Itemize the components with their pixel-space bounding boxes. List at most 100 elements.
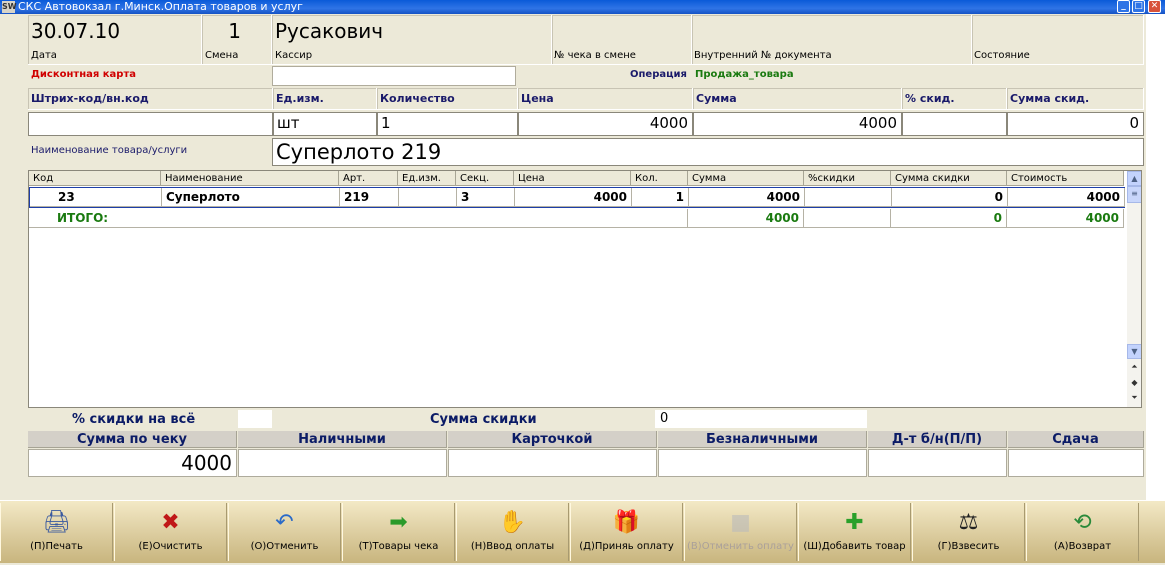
disc-sum-header-text: Сумма скид. xyxy=(1010,92,1090,105)
return-button[interactable]: ⟲ (А)Возврат xyxy=(1026,503,1139,561)
clear-button[interactable]: ✖ (Е)Очистить xyxy=(114,503,227,561)
qty-header: Количество xyxy=(377,88,518,110)
check-items-button[interactable]: ➡ (Т)Товары чека xyxy=(342,503,455,561)
barcode-header: Штрих-код/вн.код xyxy=(28,88,273,110)
accept-payment-button[interactable]: 🎁 (Д)Приняь оплату xyxy=(570,503,683,561)
total-discount-sum: 0 xyxy=(891,209,1007,228)
col-header-discount-pct[interactable]: %скидки xyxy=(804,171,891,186)
return-icon: ⟲ xyxy=(1073,510,1092,535)
cell-price: 4000 xyxy=(515,188,632,207)
scroll-thumb[interactable]: ≡ xyxy=(1127,186,1141,203)
card-header: Карточкой xyxy=(448,431,657,448)
item-name-input[interactable]: Суперлото 219 xyxy=(272,138,1144,166)
unit-header-text: Ед.изм. xyxy=(276,92,324,105)
grid-scrollbar[interactable]: ▲ ≡ ▼ ⏶ ◆ ⏷ xyxy=(1127,171,1141,407)
price-input[interactable]: 4000 xyxy=(518,112,693,136)
barcode-input[interactable] xyxy=(28,112,273,136)
cashier-cell: Русакович Кассир xyxy=(272,15,552,65)
discount-all-label: % скидки на всё xyxy=(72,412,196,427)
toolbar: 🖨 (П)Печать ✖ (Е)Очистить ↶ (О)Отменить ➡ (Т… xyxy=(0,500,1165,563)
maximize-icon[interactable]: □ xyxy=(1132,0,1145,13)
col-header-unit[interactable]: Ед.изм. xyxy=(398,171,456,186)
cell-section: 3 xyxy=(457,188,515,207)
doc-arrow-icon: ➡ xyxy=(389,510,408,535)
price-header-text: Цена xyxy=(521,92,554,105)
discount-sum-input[interactable]: 0 xyxy=(1007,112,1144,136)
cashier-label: Кассир xyxy=(275,50,313,61)
noncash-header: Безналичными xyxy=(658,431,867,448)
col-header-art[interactable]: Арт. xyxy=(339,171,398,186)
weigh-button[interactable]: ⚖ (Г)Взвесить xyxy=(912,503,1025,561)
col-header-sum[interactable]: Сумма xyxy=(688,171,804,186)
disc-pct-header: % скид. xyxy=(902,88,1007,110)
disc-pct-header-text: % скид. xyxy=(905,92,955,105)
clear-doc-icon: ✖ xyxy=(161,510,180,535)
enter-payment-button-label: (Н)Ввод оплаты xyxy=(470,541,555,552)
state-label: Состояние xyxy=(974,50,1030,61)
scroll-up-icon[interactable]: ▲ xyxy=(1127,171,1141,186)
col-header-section[interactable]: Секц. xyxy=(456,171,514,186)
close-icon[interactable]: ✕ xyxy=(1148,0,1161,13)
unit-input[interactable]: шт xyxy=(273,112,377,136)
col-header-code[interactable]: Код xyxy=(29,171,161,186)
operation-label: Операция xyxy=(630,69,687,80)
scroll-page-up-icon[interactable]: ⏶ xyxy=(1127,360,1141,375)
title-bar: SW СКС Автовокзал г.Минск.Оплата товаров… xyxy=(0,0,1165,14)
cancel-button-label: (О)Отменить xyxy=(250,541,319,552)
cell-qty: 1 xyxy=(632,188,689,207)
noncash-input[interactable] xyxy=(658,449,867,477)
unit-header: Ед.изм. xyxy=(273,88,377,110)
col-header-name[interactable]: Наименование xyxy=(161,171,339,186)
minimize-icon[interactable]: _ xyxy=(1117,0,1130,13)
clear-button-label: (Е)Очистить xyxy=(138,541,203,552)
date-cell: 30.07.10 Дата xyxy=(28,15,202,65)
col-header-cost[interactable]: Стоимость xyxy=(1007,171,1124,186)
table-row[interactable]: 23 Суперлото 219 3 4000 1 4000 0 4000 xyxy=(29,187,1125,208)
change-header: Сдача xyxy=(1008,431,1144,448)
total-label: ИТОГО: xyxy=(29,209,688,228)
add-item-button[interactable]: ✚ (Ш)Добавить товар xyxy=(798,503,911,561)
app-icon: SW xyxy=(2,1,17,13)
shift-label: Смена xyxy=(205,50,239,61)
discount-all-input[interactable] xyxy=(238,410,272,428)
gift-box-icon: 🎁 xyxy=(612,510,641,535)
items-grid[interactable]: Код Наименование Арт. Ед.изм. Секц. Цена… xyxy=(28,170,1142,408)
discount-sum-label: Сумма скидки xyxy=(430,412,537,427)
return-button-label: (А)Возврат xyxy=(1053,541,1112,552)
cell-cost: 4000 xyxy=(1008,188,1125,207)
cancel-payment-button[interactable]: ■ (В)Отменить оплату xyxy=(684,503,797,561)
dt-input[interactable] xyxy=(868,449,1007,477)
sum-header: Сумма xyxy=(693,88,902,110)
shift-value: 1 xyxy=(228,19,241,43)
cash-input[interactable] xyxy=(238,449,447,477)
col-header-discount-sum[interactable]: Сумма скидки xyxy=(891,171,1007,186)
card-input[interactable] xyxy=(448,449,657,477)
col-header-qty[interactable]: Кол. xyxy=(631,171,688,186)
enter-payment-button[interactable]: ✋ (Н)Ввод оплаты xyxy=(456,503,569,561)
discount-sum-value[interactable]: 0 xyxy=(655,410,867,428)
date-label: Дата xyxy=(31,50,57,61)
total-row: ИТОГО: 4000 0 4000 xyxy=(29,209,1125,229)
cell-unit xyxy=(399,188,457,207)
payment-hand-icon: ✋ xyxy=(498,510,527,535)
scroll-diamond-icon[interactable]: ◆ xyxy=(1127,376,1141,391)
print-button[interactable]: 🖨 (П)Печать xyxy=(0,503,113,561)
cancel-button[interactable]: ↶ (О)Отменить xyxy=(228,503,341,561)
add-item-icon: ✚ xyxy=(845,510,864,535)
internal-doc-label: Внутренний № документа xyxy=(694,50,832,61)
check-sum-header: Сумма по чеку xyxy=(28,431,237,448)
cell-art: 219 xyxy=(340,188,399,207)
scroll-down-icon[interactable]: ▼ xyxy=(1127,344,1141,359)
discount-card-input[interactable] xyxy=(272,66,516,86)
cell-sum: 4000 xyxy=(689,188,805,207)
total-discount-pct xyxy=(804,209,891,228)
date-value: 30.07.10 xyxy=(31,19,121,43)
sum-input[interactable]: 4000 xyxy=(693,112,902,136)
undo-arrow-icon: ↶ xyxy=(275,510,294,535)
scroll-page-down-icon[interactable]: ⏷ xyxy=(1127,391,1141,406)
discount-pct-input[interactable] xyxy=(902,112,1007,136)
add-item-button-label: (Ш)Добавить товар xyxy=(803,541,906,552)
total-cost: 4000 xyxy=(1007,209,1124,228)
quantity-input[interactable]: 1 xyxy=(377,112,518,136)
col-header-price[interactable]: Цена xyxy=(514,171,631,186)
